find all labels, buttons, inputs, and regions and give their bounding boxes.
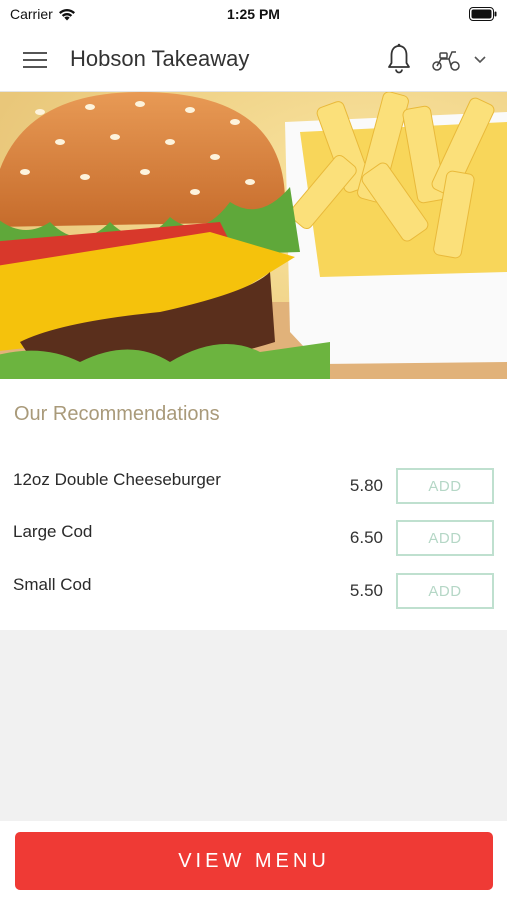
item-name: 12oz Double Cheeseburger [13, 470, 221, 489]
recommendations-section: Our Recommendations 12oz Double Cheesebu… [0, 379, 507, 630]
bell-icon[interactable] [386, 43, 412, 75]
burger-and-fries-image [0, 92, 507, 379]
add-button[interactable]: ADD [396, 573, 494, 609]
item-name: Large Cod [13, 522, 93, 541]
list-item: 12oz Double Cheeseburger 5.80 ADD [0, 468, 507, 508]
scooter-icon[interactable] [431, 48, 461, 72]
item-name: Small Cod [13, 575, 92, 594]
item-price: 5.50 [349, 581, 383, 600]
recommendations-title: Our Recommendations [14, 403, 220, 425]
battery-icon [469, 7, 497, 21]
add-button[interactable]: ADD [396, 520, 494, 556]
item-price: 6.50 [349, 528, 383, 547]
chevron-down-icon[interactable] [473, 54, 487, 66]
bottom-bar: VIEW MENU [0, 821, 507, 900]
status-bar: Carrier 1:25 PM [0, 0, 507, 28]
list-item: Large Cod 6.50 ADD [0, 520, 507, 560]
hero-image [0, 92, 507, 379]
add-button[interactable]: ADD [396, 468, 494, 504]
app-title: Hobson Takeaway [70, 46, 250, 71]
menu-icon[interactable] [23, 50, 47, 70]
list-item: Small Cod 5.50 ADD [0, 573, 507, 613]
item-price: 5.80 [349, 476, 383, 495]
app-header: Hobson Takeaway [0, 28, 507, 92]
view-menu-button[interactable]: VIEW MENU [15, 832, 493, 890]
status-time: 1:25 PM [227, 6, 280, 22]
